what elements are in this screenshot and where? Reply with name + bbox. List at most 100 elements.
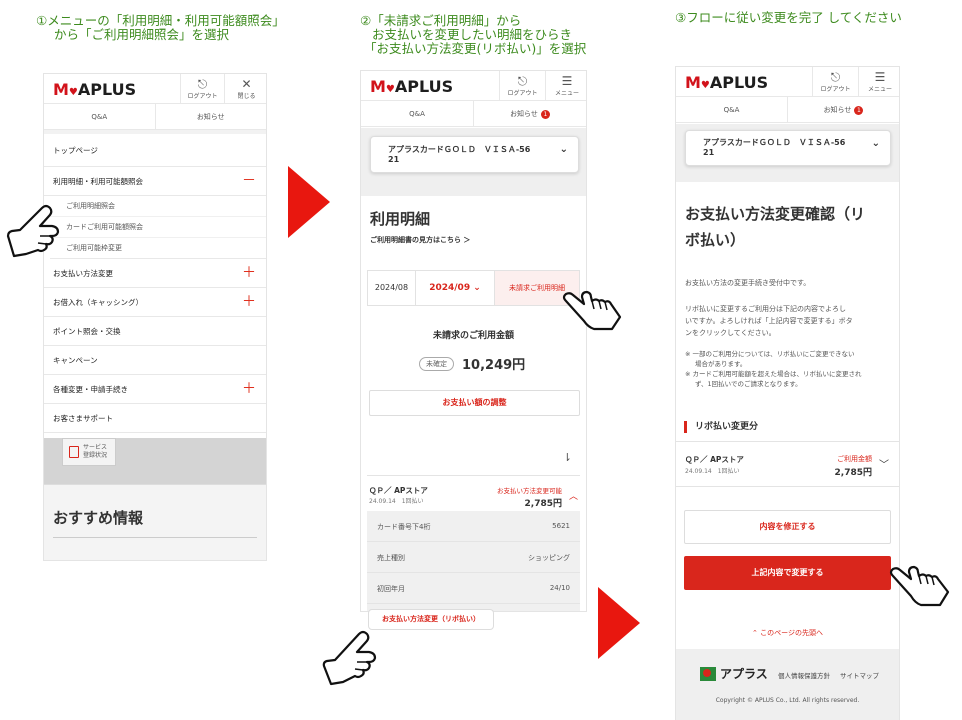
month-prev-tab[interactable]: 2024/08 <box>368 271 416 305</box>
card-name: アプラスカードＧＯＬＤ ＶＩＳＡ-56 <box>703 138 846 147</box>
submenu-item-usage-detail[interactable]: ご利用明細照会 <box>50 196 266 217</box>
unbilled-amount: 10,249円 <box>462 358 526 373</box>
logout-icon: ⎋ <box>197 77 208 91</box>
logout-button[interactable]: ⎋ ログアウト <box>812 67 858 97</box>
chevron-down-icon: ﹀ <box>879 460 889 471</box>
plus-icon: ＋ <box>242 381 256 397</box>
page-title: 利用明細 <box>370 210 431 228</box>
card-name-cont: 21 <box>388 155 400 164</box>
notice-count-badge: 1 <box>540 109 550 119</box>
revo-change-button-visible[interactable]: お支払い方法変更（リボ払い） <box>368 609 494 630</box>
phone-meisai-screen: M♥APLUS ⎋ ログアウト ☰ メニュー Q&A お知らせ 1 アプラスカード… <box>360 70 587 612</box>
chevron-up-icon: ︿ <box>568 492 578 502</box>
tab-notice[interactable]: お知らせ 1 <box>473 101 586 126</box>
menu-overlay-area: サービス 登録状況 <box>44 438 266 490</box>
submit-change-button[interactable]: 上記内容で変更する <box>684 556 891 590</box>
submenu-item-limit-change[interactable]: ご利用可能枠変更 <box>50 238 266 259</box>
page-top-link[interactable]: ⌃ このページの先頭へ <box>676 628 899 638</box>
footer-logo[interactable]: アプラス <box>700 665 768 682</box>
transaction-amount: 2,785円 <box>834 468 872 478</box>
copyright: Copyright © APLUS Co., Ltd. All rights r… <box>715 697 860 704</box>
step1-line1: ①メニューの「利用明細・利用可能額照会」 <box>36 13 285 28</box>
service-status-card[interactable]: サービス 登録状況 <box>62 438 116 466</box>
menu-button[interactable]: ☰ メニュー <box>858 67 899 97</box>
step2-title: ②「未請求ご利用明細」から お支払いを変更したい明細をひらき 「お支払い方法変更… <box>360 14 586 56</box>
pointing-hand-icon <box>562 290 622 331</box>
recommend-title: おすすめ情報 <box>53 509 144 527</box>
tab-notice[interactable]: お知らせ 1 <box>787 97 899 122</box>
plus-icon: ＋ <box>242 294 256 310</box>
next-arrow-2 <box>598 587 640 659</box>
shop-name: ＱＰ／ APストア <box>685 455 744 464</box>
menu-item-support[interactable]: お客さまサポート <box>44 404 266 433</box>
tab-qa[interactable]: Q&A <box>361 101 473 126</box>
menu-item-payment[interactable]: お支払い方法変更＋ <box>44 259 266 288</box>
phone-confirm-screen: M♥APLUS ⎋ ログアウト ☰ メニュー Q&A お知らせ 1 アプラスカード… <box>675 66 900 720</box>
card-selector[interactable]: アプラスカードＧＯＬＤ ＶＩＳＡ-56 21 ⌄ <box>370 136 579 173</box>
next-arrow-1 <box>288 166 330 238</box>
changeable-label: お支払い方法変更可能 <box>497 487 562 495</box>
plus-icon: ＋ <box>242 265 256 281</box>
brand-bar: M♥APLUS ⎋ ログアウト ☰ メニュー <box>676 67 899 97</box>
transaction-date: 24.09.14 1回払い <box>369 498 424 505</box>
menu-item-change[interactable]: 各種変更・申請手続き＋ <box>44 375 266 404</box>
sitemap-link[interactable]: サイトマップ <box>840 670 879 680</box>
tab-qa[interactable]: Q&A <box>44 104 155 129</box>
month-tabs: 2024/08 2024/09 ⌄ 未請求ご利用明細 <box>367 270 580 306</box>
tab-qa[interactable]: Q&A <box>676 97 787 122</box>
page-title: お支払い方法変更確認（リ ボ払い） <box>685 205 866 249</box>
detail-row-card-number: カード番号下4桁 5621 <box>367 511 580 542</box>
step3-title: ③フローに従い変更を完了 してください <box>675 11 902 25</box>
how-to-read-link[interactable]: ご利用明細書の見方はこちら ＞ <box>370 235 470 245</box>
pointing-hand-icon <box>322 630 377 686</box>
menu-item-campaign[interactable]: キャンペーン <box>44 346 266 375</box>
close-button[interactable]: ✕ 閉じる <box>224 74 266 104</box>
submenu-item-available-amount[interactable]: カードご利用可能額照会 <box>50 217 266 238</box>
transaction-amount: 2,785円 <box>524 499 562 509</box>
phone-menu-screen: M♥APLUS ⎋ ログアウト ✕ 閉じる Q&A お知らせ トップページ 利用… <box>43 73 267 561</box>
step1-line2: から「ご利用明細照会」を選択 <box>54 27 230 42</box>
menu-item-top[interactable]: トップページ <box>44 134 266 167</box>
revo-change-item[interactable]: ＱＰ／ APストア 24.09.14 1回払い ご利用金額 2,785円 ﹀ <box>676 441 899 487</box>
month-current-tab[interactable]: 2024/09 ⌄ <box>416 271 495 305</box>
note-text: ※ 一部のご利用分については、リボ払いにご変更できない 場合があります。 ※ カ… <box>685 350 862 388</box>
tab-notice[interactable]: お知らせ <box>154 104 267 129</box>
unbilled-heading: 未請求のご利用金額 <box>432 331 514 341</box>
step2-line1: ②「未請求ご利用明細」から <box>360 13 522 28</box>
chevron-down-icon: ⌄ <box>871 138 880 149</box>
brand-bar: M♥APLUS ⎋ ログアウト ☰ メニュー <box>361 71 586 101</box>
card-name-cont: 21 <box>703 148 715 157</box>
divider <box>53 537 257 538</box>
step1-title: ①メニューの「利用明細・利用可能額照会」 から「ご利用明細照会」を選択 <box>36 14 285 42</box>
menu-item-point[interactable]: ポイント照会・交換 <box>44 317 266 346</box>
menu-item-cashing[interactable]: お借入れ（キャッシング）＋ <box>44 288 266 317</box>
header-tabs: Q&A お知らせ 1 <box>361 101 586 127</box>
hamburger-icon: ☰ <box>561 74 573 88</box>
logout-icon: ⎋ <box>517 74 528 88</box>
logout-button[interactable]: ⎋ ログアウト <box>180 74 224 104</box>
logout-icon: ⎋ <box>830 70 841 84</box>
logout-button[interactable]: ⎋ ログアウト <box>499 71 545 101</box>
minus-icon: － <box>242 173 256 189</box>
brand-bar: M♥APLUS ⎋ ログアウト ✕ 閉じる <box>44 74 266 104</box>
modify-button[interactable]: 内容を修正する <box>684 510 891 544</box>
step2-line2: お支払いを変更したい明細をひらき <box>372 27 573 42</box>
chevron-down-icon: ⌄ <box>559 144 568 155</box>
transaction-item[interactable]: ＱＰ／ APストア 24.09.14 1回払い お支払い方法変更可能 2,785… <box>367 475 580 511</box>
header-tabs: Q&A お知らせ 1 <box>676 97 899 123</box>
instruction-text: リボ払いに変更するご利用分は下記の内容でよろし いですか。よろしければ「上記内容… <box>685 305 853 337</box>
pointing-hand-icon <box>889 565 950 607</box>
detail-row-sales-type: 売上種別 ショッピング <box>367 542 580 573</box>
privacy-link[interactable]: 個人情報保護方針 <box>778 670 830 680</box>
pointing-hand-icon <box>6 204 60 258</box>
menu-button[interactable]: ☰ メニュー <box>545 71 586 101</box>
myaplus-logo[interactable]: M♥APLUS <box>685 73 768 92</box>
card-selector[interactable]: アプラスカードＧＯＬＤ ＶＩＳＡ-56 21 ⌄ <box>685 130 891 166</box>
sort-icon[interactable]: ⇂ <box>563 451 572 464</box>
myaplus-logo[interactable]: M♥APLUS <box>53 80 136 99</box>
section-heading: リボ払い変更分 <box>684 421 758 433</box>
adjust-payment-button[interactable]: お支払い額の調整 <box>369 390 580 416</box>
myaplus-logo[interactable]: M♥APLUS <box>370 77 453 96</box>
aplus-logo-icon <box>700 666 716 681</box>
menu-item-meisai[interactable]: 利用明細・利用可能額照会－ <box>44 167 266 196</box>
